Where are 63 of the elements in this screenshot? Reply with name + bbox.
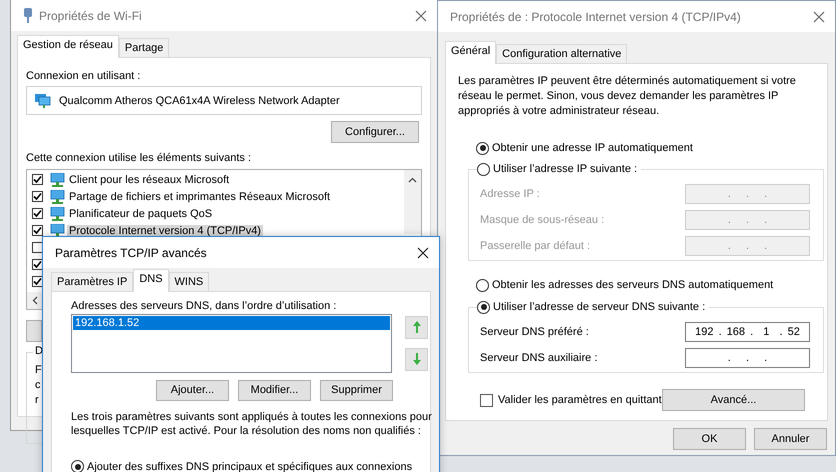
tab[interactable]: Partage	[118, 38, 170, 57]
checkbox[interactable]	[32, 242, 43, 253]
radio-option[interactable]: Utiliser l’adresse de serveur DNS suivante :	[477, 299, 710, 315]
dialog-button[interactable]: Annuler	[754, 428, 827, 450]
checkbox[interactable]	[32, 225, 43, 236]
network-component-icon	[49, 206, 65, 220]
tab[interactable]: Configuration alternative	[496, 44, 628, 63]
checkbox[interactable]	[32, 276, 43, 287]
arrow-down-icon	[412, 352, 422, 366]
radio-option[interactable]: Obtenir une adresse IP automatiquement	[476, 140, 815, 156]
move-down-button[interactable]	[405, 348, 428, 371]
radio-option[interactable]: Utiliser l’adresse IP suivante :	[477, 161, 642, 177]
field-label: Serveur DNS préféré :	[480, 326, 589, 338]
scroll-left-icon[interactable]	[32, 296, 38, 305]
checkbox[interactable]	[32, 259, 43, 270]
description-text: Les paramètres IP peuvent être déterminés automatiquement si votre réseau le permet. Sinon, vous devez demander les paramètres IP appropriés à votre administrateur réseau.	[458, 74, 797, 119]
close-icon[interactable]	[417, 246, 429, 258]
radio-option[interactable]: Ajouter des suffixes DNS principaux et spécifiques aux connexions	[71, 458, 430, 472]
connect-using-label: Connexion en utilisant :	[26, 70, 142, 82]
checkbox[interactable]	[32, 174, 43, 185]
dns-action-button[interactable]: Supprimer	[320, 380, 393, 401]
ip-address-field[interactable]: . . .	[685, 348, 810, 368]
tab[interactable]: Gestion de réseau	[17, 35, 119, 58]
description-text: c	[35, 378, 42, 392]
component-item[interactable]: Planificateur de paquets QoS	[67, 208, 214, 220]
network-component-icon	[49, 224, 65, 238]
ip-address-field[interactable]: 192 . 168 . 1 . 52	[685, 322, 810, 342]
tab[interactable]: Paramètres IP	[51, 272, 134, 291]
component-item[interactable]: Partage de fichiers et imprimantes Réseaux Microsoft	[67, 190, 332, 202]
tab[interactable]: Général	[445, 41, 496, 64]
window-title: Propriétés de Wi-Fi	[39, 8, 143, 22]
description-text: F	[35, 363, 43, 377]
tab[interactable]: WINS	[168, 272, 210, 291]
vertical-scrollbar[interactable]	[404, 170, 421, 234]
window-title: Paramètres TCP/IP avancés	[55, 246, 208, 260]
window-title: Propriétés de : Protocole Internet version 4 (TCP/IPv4)	[450, 10, 742, 24]
dns-server-item[interactable]: 192.168.1.52	[73, 316, 390, 330]
dns-action-button[interactable]: Modifier...	[238, 380, 311, 401]
radio-option[interactable]: Obtenir les adresses des serveurs DNS automatiquement	[476, 277, 815, 293]
component-item[interactable]: Protocole Internet version 4 (TCP/IPv4)	[67, 224, 263, 236]
advanced-button[interactable]: Avancé...	[662, 389, 805, 411]
network-component-icon	[49, 190, 65, 204]
field-label: Passerelle par défaut :	[480, 240, 590, 252]
field-label: Masque de sous-réseau :	[480, 214, 604, 226]
adapter-name: Qualcomm Atheros QCA61x4A Wireless Network Adapter	[59, 94, 340, 106]
components-label: Cette connexion utilise les éléments suivants :	[26, 152, 252, 164]
arrow-up-icon	[412, 320, 422, 334]
description-text: r	[35, 393, 40, 407]
field-label: Adresse IP :	[480, 188, 540, 200]
checkbox[interactable]	[32, 191, 43, 202]
tab[interactable]: DNS	[133, 268, 169, 292]
scroll-up-icon[interactable]	[408, 177, 417, 183]
configure-button[interactable]: Configurer...	[331, 121, 419, 143]
validate-checkbox[interactable]: Valider les paramètres en quittant	[480, 394, 662, 406]
move-up-button[interactable]	[405, 316, 428, 339]
checkbox[interactable]	[32, 208, 43, 219]
info-text: Les trois paramètres suivants sont appliqués à toutes les connexions pour lesquelles TCP/IP est activé. Pour la résolution des noms non qualifiés :	[71, 410, 433, 438]
field-label: Serveur DNS auxiliaire :	[480, 352, 598, 364]
dns-action-button[interactable]: Ajouter...	[156, 380, 229, 401]
network-component-icon	[49, 172, 65, 186]
component-item[interactable]: Client pour les réseaux Microsoft	[67, 174, 232, 186]
dns-list-label: Adresses des serveurs DNS, dans l’ordre d’utilisation :	[71, 300, 338, 312]
dialog-button[interactable]: OK	[673, 428, 746, 450]
